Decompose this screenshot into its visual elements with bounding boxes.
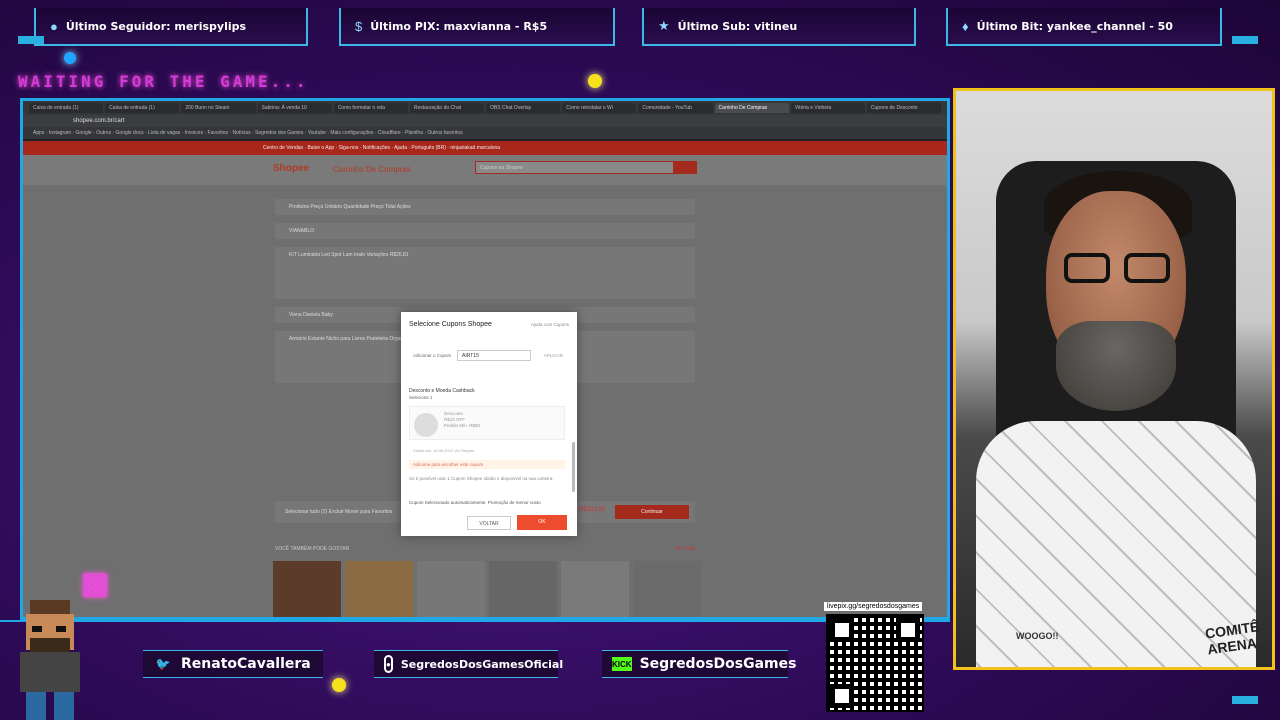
- search-input[interactable]: Cupons na Shopee: [475, 161, 695, 174]
- section-subtitle: Selecione 1: [409, 395, 433, 400]
- webcam-feed: COMITÊ ARENA WOOGO!!: [953, 88, 1275, 670]
- product-card[interactable]: [417, 561, 485, 617]
- alert-label: Último Seguidor: merispylips: [65, 19, 247, 33]
- warning-banner: Adicione para escolher este cupom: [409, 460, 565, 469]
- cart-item[interactable]: KIT Luminária Led Spot Lum Inato Variaçõ…: [275, 247, 695, 299]
- qr-finder: [830, 618, 854, 642]
- cart-header-row: Produtos Preço Unitário Quantidade Preço…: [275, 199, 695, 215]
- modal-scrollbar[interactable]: [572, 442, 575, 492]
- decoration-dot: [588, 74, 602, 88]
- twitter-icon: 🐦: [155, 657, 171, 671]
- instagram-name: SegredosDosGamesOficial: [400, 657, 564, 671]
- coupon-label: Adicionar o Cupom: [413, 353, 452, 358]
- voucher-card[interactable]: Desconto R$15 OFF Pedido Mín. R$50: [409, 406, 565, 440]
- glasses-lens: [1064, 253, 1110, 283]
- select-all-label[interactable]: Selecionar tudo (2) Excluir Mover para F…: [285, 509, 392, 515]
- corner-decoration: [18, 36, 44, 44]
- screen-capture: Caixa de entrada (1) Caixa de entrada (1)…: [20, 98, 950, 620]
- corner-decoration: [1232, 696, 1258, 704]
- qr-finder: [830, 684, 854, 708]
- voucher-badge-icon: [414, 413, 438, 437]
- qr-code[interactable]: [826, 614, 924, 712]
- product-card[interactable]: [561, 561, 629, 617]
- decoration-dot: [64, 52, 76, 64]
- apply-button[interactable]: APLICAR: [544, 353, 563, 358]
- modal-title: Selecione Cupons Shopee: [409, 321, 492, 328]
- browser-tab[interactable]: OBS Chat Overlay: [486, 103, 561, 113]
- cart-title: Carrinho De Compras: [333, 165, 411, 174]
- alert-last-follower: ● Último Seguidor: merispylips: [34, 8, 308, 46]
- browser-tab[interactable]: Caixa de entrada (1): [105, 103, 180, 113]
- alert-last-bit: ♦ Último Bit: yankee_channel - 50: [946, 8, 1222, 46]
- qr-url: livepix.gg/segredosdosgames: [824, 602, 923, 611]
- recommend-more-link[interactable]: Ver Tudo: [675, 546, 695, 552]
- kick-handle[interactable]: KICK SegredosDosGames: [602, 650, 796, 678]
- browser-tabstrip: Caixa de entrada (1) Caixa de entrada (1)…: [23, 101, 947, 115]
- auto-select-note: Cupom Selecionado automaticamente. Promo…: [409, 500, 541, 505]
- browser-tab[interactable]: 200 Bunn no Steam: [181, 103, 256, 113]
- alert-label: Último PIX: maxvianna - R$5: [370, 19, 548, 33]
- checkout-button[interactable]: Continuar: [615, 505, 689, 519]
- coupon-modal: Selecione Cupons Shopee Ajuda com Cupons…: [401, 312, 577, 536]
- coupon-input[interactable]: AIRT15: [457, 350, 531, 361]
- browser-tab[interactable]: Vitória e Vinheta: [790, 103, 865, 113]
- store-row[interactable]: VIANABLO: [275, 223, 695, 239]
- alert-last-pix: $ Último PIX: maxvianna - R$5: [339, 8, 615, 46]
- search-button[interactable]: [673, 161, 697, 174]
- pixel-mascot-icon: [20, 600, 80, 720]
- alert-label: Último Sub: vitineu: [677, 19, 798, 33]
- bookmarks-bar: Apps · Instagram · Google · Outros · Goo…: [23, 127, 947, 139]
- shopee-logo[interactable]: Shopee: [273, 163, 309, 174]
- browser-tab[interactable]: Caixa de entrada (1): [29, 103, 104, 113]
- product-card[interactable]: [633, 561, 701, 617]
- shopee-topbar: Centro de Vendas · Baixe o App · Siga-no…: [23, 141, 947, 155]
- browser-tab[interactable]: Comunidade - YouTub: [638, 103, 713, 113]
- ok-button[interactable]: OK: [517, 515, 567, 530]
- recommend-list: [273, 561, 701, 617]
- voucher-line: Pedido Mín. R$50: [444, 423, 481, 428]
- instagram-handle[interactable]: ● SegredosDosGamesOficial: [374, 650, 563, 678]
- instagram-icon: ●: [384, 655, 393, 673]
- address-bar[interactable]: shopee.com.br/cart: [23, 115, 947, 127]
- cancel-button[interactable]: VOLTAR: [467, 516, 511, 530]
- help-link[interactable]: Ajuda com Cupons: [531, 322, 569, 327]
- alert-last-sub: ★ Último Sub: vitineu: [642, 8, 916, 46]
- diamond-icon: ♦: [962, 18, 969, 34]
- frame-divider: [0, 620, 950, 622]
- kick-icon: KICK: [612, 657, 632, 671]
- glasses-lens: [1124, 253, 1170, 283]
- browser-tab[interactable]: Carrinho De Compras: [714, 103, 789, 113]
- shirt-print: WOOGO!!: [1016, 631, 1059, 641]
- corner-decoration: [1232, 36, 1258, 44]
- browser-tab[interactable]: Cupons de Desconto: [866, 103, 942, 113]
- qr-finder: [896, 618, 920, 642]
- product-card[interactable]: [345, 561, 413, 617]
- alert-label: Último Bit: yankee_channel - 50: [976, 19, 1173, 33]
- product-card[interactable]: [489, 561, 557, 617]
- star-icon: ★: [658, 18, 670, 33]
- waiting-text: WAITING FOR THE GAME...: [18, 72, 309, 91]
- coupon-row: Adicionar o Cupom AIRT15 APLICAR: [409, 350, 569, 362]
- twitter-handle[interactable]: 🐦 RenatoCavallera: [143, 650, 323, 678]
- shopee-page: Centro de Vendas · Baixe o App · Siga-no…: [23, 141, 947, 617]
- beard: [1056, 321, 1176, 411]
- decoration-dot: [332, 678, 346, 692]
- coupon-note: Só é possível usar 1 Cupom Shopee obtido…: [409, 476, 554, 481]
- space-invader-icon: ▩: [80, 567, 110, 600]
- voucher-validity: Válido até: 18.06.2022 Ver Regras: [413, 448, 475, 453]
- section-title: Desconto e Moeda Cashback: [409, 388, 475, 394]
- product-card[interactable]: [273, 561, 341, 617]
- browser-tab[interactable]: Sabrina: À venda 10: [257, 103, 332, 113]
- user-icon: ●: [50, 18, 58, 34]
- browser-tab[interactable]: Como reinstalar o Wi: [562, 103, 637, 113]
- dollar-icon: $: [355, 18, 363, 34]
- twitter-name: RenatoCavallera: [181, 656, 311, 672]
- browser-tab[interactable]: Restauração do Chat: [409, 103, 485, 113]
- kick-name: SegredosDosGames: [639, 656, 797, 672]
- recommend-title: VOCÊ TAMBÉM PODE GOSTAR: [275, 546, 350, 552]
- shopee-header: Shopee Carrinho De Compras Cupons na Sho…: [23, 155, 947, 185]
- voucher-text: Desconto R$15 OFF Pedido Mín. R$50: [444, 411, 480, 429]
- browser-tab[interactable]: Como formatar o rela: [333, 103, 408, 113]
